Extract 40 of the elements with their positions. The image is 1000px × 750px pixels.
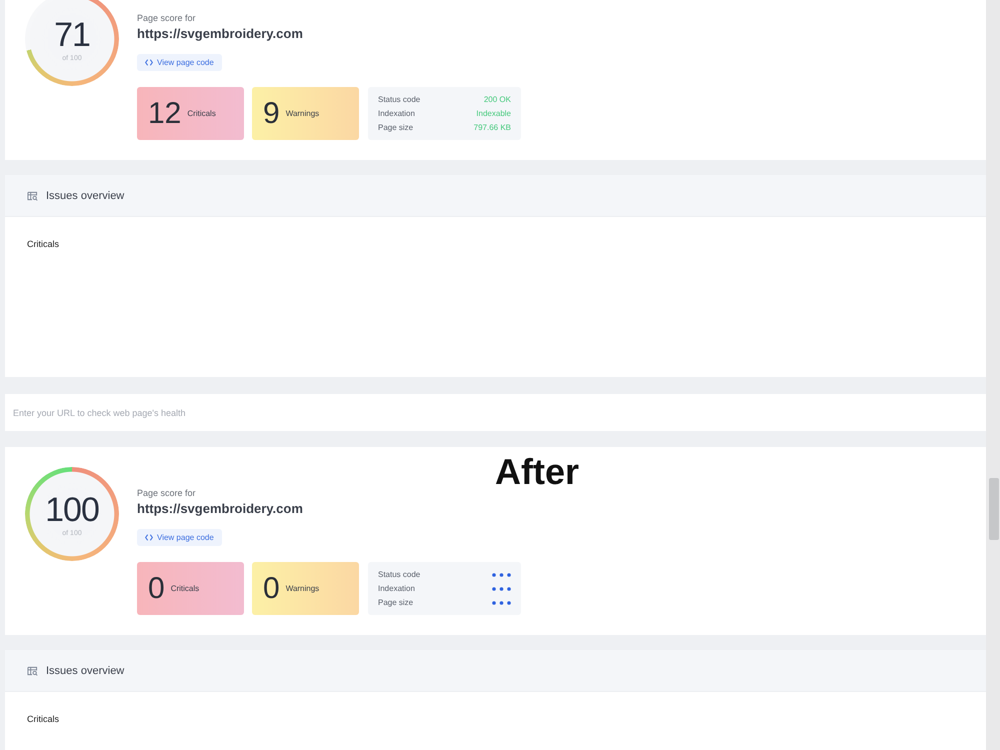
count-label: Warnings	[286, 109, 320, 118]
count-value: 12	[148, 96, 182, 130]
code-icon	[145, 59, 153, 66]
view-page-code-button[interactable]: View page code	[137, 54, 222, 71]
issue-category[interactable]: Criticals	[27, 713, 60, 725]
issues-title: Issues overview	[46, 664, 124, 676]
score-value: 100	[45, 492, 99, 528]
count-value: 0	[148, 572, 165, 606]
code-icon	[145, 534, 153, 541]
status-value: 200 OK	[484, 95, 511, 104]
page-score-label: Page score for	[137, 487, 196, 499]
page-url: https://svgembroidery.com	[137, 26, 303, 42]
status-label: Page size	[378, 123, 414, 132]
loading-dots-icon	[492, 572, 511, 576]
status-value: 797.66 KB	[474, 123, 511, 132]
status-label: Status code	[378, 95, 420, 104]
status-label: Indexation	[378, 584, 415, 593]
table-icon	[27, 190, 38, 200]
count-value: 0	[263, 572, 280, 606]
count-label: Criticals	[170, 584, 200, 593]
status-label: Indexation	[378, 109, 415, 118]
count-value: 9	[263, 96, 280, 130]
score-value: 71	[54, 16, 90, 52]
page-score-label: Page score for	[137, 12, 196, 24]
scrollbar-thumb[interactable]	[989, 478, 999, 540]
status-label: Status code	[378, 570, 420, 579]
scrollbar[interactable]	[986, 0, 1000, 750]
status-value: Indexable	[476, 109, 511, 118]
count-label: Criticals	[187, 109, 216, 118]
count-label: Warnings	[286, 584, 320, 593]
page-url: https://svgembroidery.com	[137, 501, 303, 517]
loading-dots-icon	[492, 586, 511, 590]
view-page-code-button[interactable]: View page code	[137, 529, 222, 546]
issue-category[interactable]: Criticals	[27, 238, 60, 250]
caption-heading: After	[495, 452, 580, 492]
issues-title: Issues overview	[46, 190, 124, 202]
url-input[interactable]: Enter your URL to check web page's health	[5, 394, 986, 431]
loading-dots-icon	[492, 600, 511, 604]
status-label: Page size	[378, 598, 414, 607]
table-icon	[27, 666, 38, 676]
